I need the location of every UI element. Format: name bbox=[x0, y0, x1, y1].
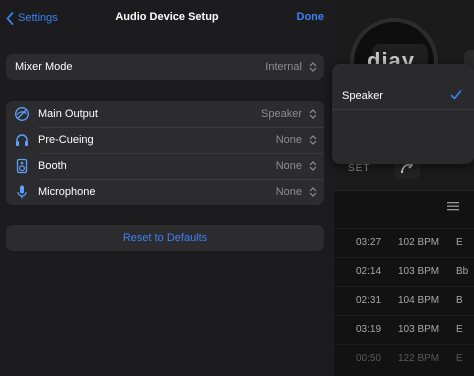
dropdown-option-label: Speaker bbox=[342, 90, 383, 102]
background-app: djay SET 03:27 102 BPM E 02:14 103 BPM B… bbox=[330, 0, 474, 376]
pre-cueing-row[interactable]: Pre-Cueing None bbox=[6, 127, 324, 153]
audio-device-setup-sheet: Settings Audio Device Setup Done Mixer M… bbox=[0, 0, 334, 376]
set-button: SET bbox=[348, 163, 371, 174]
track-key: Bb bbox=[456, 266, 469, 277]
page-title: Audio Device Setup bbox=[115, 11, 219, 23]
track-row: 02:14 103 BPM Bb bbox=[330, 257, 474, 287]
main-output-value: Speaker bbox=[261, 108, 302, 120]
checkmark-icon bbox=[450, 88, 462, 106]
reset-to-defaults-button[interactable]: Reset to Defaults bbox=[6, 225, 324, 251]
track-bpm: 103 BPM bbox=[398, 266, 440, 277]
main-output-label: Main Output bbox=[38, 108, 98, 120]
track-bpm: 103 BPM bbox=[398, 324, 440, 335]
track-duration: 02:14 bbox=[356, 266, 382, 277]
chevron-up-down-icon bbox=[306, 62, 320, 72]
audio-routing-group: Main Output Speaker Pre-Cueing None Boot… bbox=[6, 101, 324, 205]
booth-label: Booth bbox=[38, 160, 67, 172]
chevron-up-down-icon bbox=[306, 187, 320, 197]
track-key: E bbox=[456, 353, 463, 364]
pre-cueing-value: None bbox=[275, 134, 302, 146]
track-row: 00:50 122 BPM E bbox=[330, 344, 474, 374]
pre-cueing-label: Pre-Cueing bbox=[38, 134, 94, 146]
track-duration: 02:31 bbox=[356, 295, 382, 306]
track-bpm: 104 BPM bbox=[398, 295, 440, 306]
navigation-bar: Settings Audio Device Setup Done bbox=[0, 0, 334, 36]
main-output-row[interactable]: Main Output Speaker bbox=[6, 101, 324, 127]
track-key: E bbox=[456, 237, 463, 248]
track-row: 03:27 102 BPM E bbox=[330, 228, 474, 258]
list-menu-icon bbox=[447, 198, 459, 216]
mixer-mode-row[interactable]: Mixer Mode Internal bbox=[6, 54, 324, 80]
main-output-dropdown: Speaker bbox=[332, 64, 474, 164]
track-duration: 03:27 bbox=[356, 237, 382, 248]
track-row: 03:19 103 BPM E bbox=[330, 315, 474, 345]
track-row: 02:31 104 BPM B bbox=[330, 286, 474, 316]
microphone-row[interactable]: Microphone None bbox=[6, 179, 324, 205]
chevron-up-down-icon bbox=[306, 135, 320, 145]
microphone-value: None bbox=[275, 186, 302, 198]
divider bbox=[330, 190, 474, 191]
microphone-label: Microphone bbox=[38, 186, 96, 198]
mixer-mode-label: Mixer Mode bbox=[15, 61, 73, 73]
audio-output-icon bbox=[6, 101, 38, 127]
microphone-icon bbox=[6, 179, 38, 205]
track-duration: 03:19 bbox=[356, 324, 382, 335]
booth-row[interactable]: Booth None bbox=[6, 153, 324, 179]
track-key: E bbox=[456, 324, 463, 335]
mixer-mode-value: Internal bbox=[265, 61, 302, 73]
headphones-icon bbox=[6, 127, 38, 153]
dropdown-option-speaker[interactable]: Speaker bbox=[332, 64, 474, 110]
track-bpm: 102 BPM bbox=[398, 237, 440, 248]
track-duration: 00:50 bbox=[356, 353, 382, 364]
chevron-up-down-icon bbox=[306, 109, 320, 119]
track-bpm: 122 BPM bbox=[398, 353, 440, 364]
track-key: B bbox=[456, 295, 463, 306]
mixer-mode-group: Mixer Mode Internal bbox=[6, 54, 324, 80]
chevron-up-down-icon bbox=[306, 161, 320, 171]
booth-value: None bbox=[275, 160, 302, 172]
speaker-icon bbox=[6, 153, 38, 179]
done-button[interactable]: Done bbox=[297, 11, 325, 23]
